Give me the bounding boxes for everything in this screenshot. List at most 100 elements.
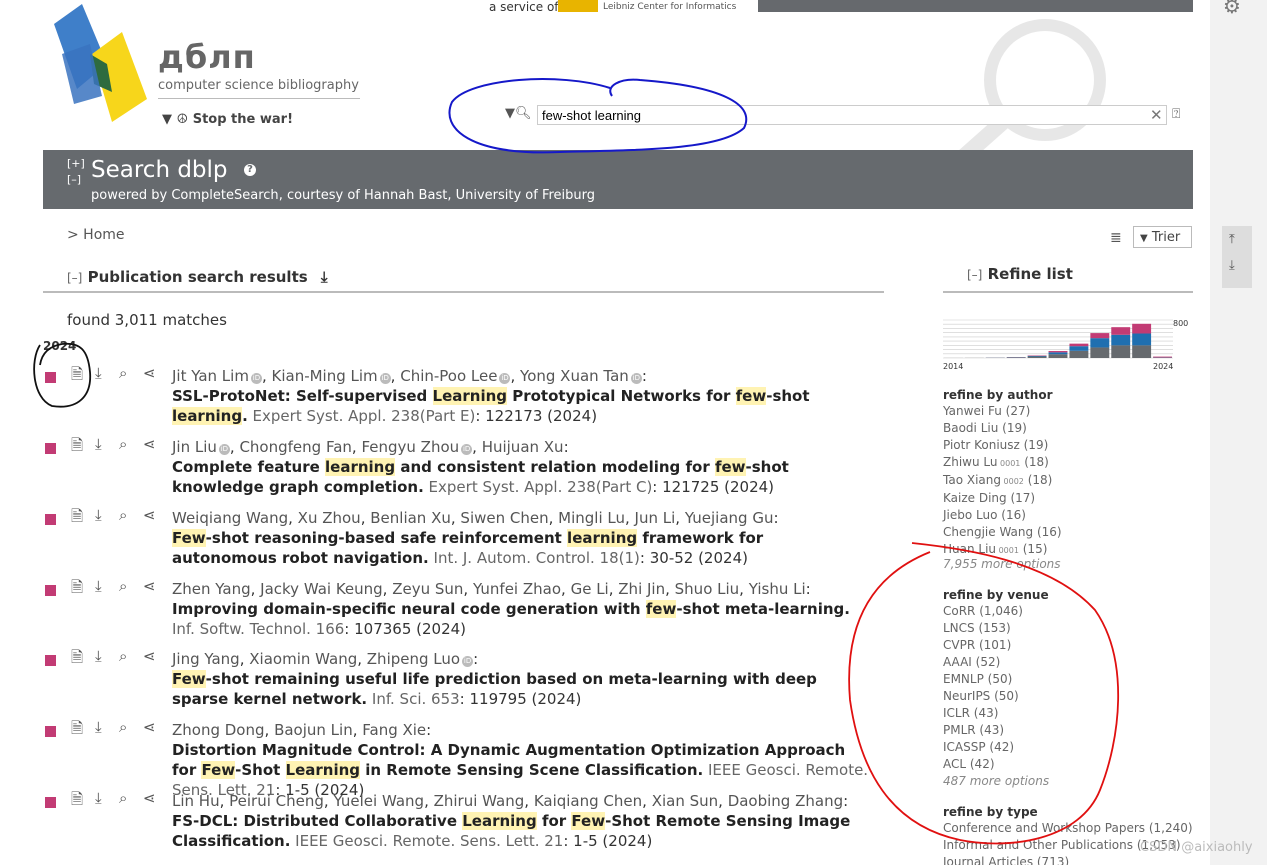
- author-link[interactable]: Xu Zhou: [298, 509, 361, 527]
- export-record-icon[interactable]: ⤓: [95, 647, 102, 665]
- share-icon[interactable]: ⋖: [143, 435, 156, 453]
- bar-2021-journal[interactable]: [1090, 333, 1110, 339]
- author-link[interactable]: Yuelei Wang: [333, 792, 424, 810]
- bar-2023-journal[interactable]: [1132, 323, 1152, 334]
- electronic-edition-icon[interactable]: 🗎: [71, 435, 83, 460]
- scroll-to-bottom-icon[interactable]: ⤓: [1229, 258, 1235, 273]
- results-collapse-toggle[interactable]: [–]: [67, 271, 82, 285]
- clear-search-icon[interactable]: ✕: [1150, 106, 1163, 124]
- share-icon[interactable]: ⋖: [143, 789, 156, 807]
- author-link[interactable]: Benlian Xu: [370, 509, 451, 527]
- refine-venue-more[interactable]: 487 more options: [943, 773, 1049, 790]
- refine-author-item[interactable]: Jiebo Luo (16): [943, 507, 1062, 524]
- refine-venue-item[interactable]: NeurIPS (50): [943, 688, 1023, 705]
- search-similar-icon[interactable]: ⌕: [119, 647, 127, 665]
- author-link[interactable]: Weiqiang Wang: [172, 509, 288, 527]
- author-link[interactable]: Yong Xuan Tan: [520, 367, 629, 385]
- search-similar-icon[interactable]: ⌕: [119, 718, 127, 736]
- export-record-icon[interactable]: ⤓: [95, 789, 102, 807]
- electronic-edition-icon[interactable]: 🗎: [71, 647, 83, 672]
- bar-2018-conf[interactable]: [1027, 355, 1047, 357]
- author-link[interactable]: Zhi Jin: [618, 580, 665, 598]
- uni-freiburg-link[interactable]: University of Freiburg: [456, 188, 595, 203]
- author-link[interactable]: Zhong Dong: [172, 721, 265, 739]
- gear-icon[interactable]: ⚙: [1223, 0, 1241, 18]
- bar-2020-journal[interactable]: [1069, 343, 1089, 347]
- refine-author-item[interactable]: Baodi Liu (19): [943, 420, 1062, 437]
- bar-2024-journal[interactable]: [1153, 356, 1172, 358]
- search-similar-icon[interactable]: ⌕: [119, 577, 127, 595]
- refine-author-item[interactable]: Chengjie Wang (16): [943, 524, 1062, 541]
- author-link[interactable]: Huijuan Xu: [482, 438, 564, 456]
- export-record-icon[interactable]: ⤓: [95, 577, 102, 595]
- refine-type-item[interactable]: Conference and Workshop Papers (1,240): [943, 820, 1193, 837]
- author-link[interactable]: Chongfeng Fan: [239, 438, 351, 456]
- breadcrumb[interactable]: > Home: [67, 227, 125, 243]
- bar-2022-other[interactable]: [1111, 345, 1131, 358]
- venue-link[interactable]: Inf. Sci. 653: [367, 690, 460, 708]
- export-record-icon[interactable]: ⤓: [95, 506, 102, 524]
- database-icon[interactable]: ≣: [1110, 230, 1122, 246]
- bar-2022-journal[interactable]: [1111, 327, 1131, 335]
- venue-link[interactable]: Inf. Softw. Technol. 166: [172, 620, 344, 638]
- leibniz-logo[interactable]: [558, 0, 598, 12]
- orcid-icon[interactable]: iD: [379, 373, 391, 384]
- venue-link[interactable]: IEEE Geosci. Remote. Sens. Lett. 21: [290, 832, 563, 850]
- search-similar-icon[interactable]: ⌕: [119, 789, 127, 807]
- author-link[interactable]: Jit Yan Lim: [172, 367, 249, 385]
- author-link[interactable]: Chin-Poo Lee: [400, 367, 497, 385]
- electronic-edition-icon[interactable]: 🗎: [71, 789, 83, 814]
- author-link[interactable]: Jin Liu: [172, 438, 217, 456]
- author-link[interactable]: Zhen Yang: [172, 580, 251, 598]
- export-record-icon[interactable]: ⤓: [95, 364, 102, 382]
- export-record-icon[interactable]: ⤓: [95, 718, 102, 736]
- header-toggle[interactable]: [+] [–]: [67, 156, 85, 188]
- refine-author-item[interactable]: Kaize Ding (17): [943, 490, 1062, 507]
- refine-venue-item[interactable]: ICLR (43): [943, 705, 1023, 722]
- author-link[interactable]: Jun Li: [635, 509, 676, 527]
- electronic-edition-icon[interactable]: 🗎: [71, 506, 83, 531]
- author-link[interactable]: Shuo Liu: [675, 580, 740, 598]
- refine-author-item[interactable]: Zhiwu Lu 0001 (18): [943, 454, 1062, 472]
- refine-venue-item[interactable]: AAAI (52): [943, 654, 1023, 671]
- share-icon[interactable]: ⋖: [143, 718, 156, 736]
- orcid-icon[interactable]: iD: [461, 444, 473, 455]
- author-link[interactable]: Jing Yang: [172, 650, 240, 668]
- author-link[interactable]: Kaiqiang Chen: [534, 792, 642, 810]
- refine-collapse-toggle[interactable]: [–]: [967, 268, 982, 282]
- bar-2021-other[interactable]: [1090, 347, 1110, 358]
- share-icon[interactable]: ⋖: [143, 647, 156, 665]
- share-icon[interactable]: ⋖: [143, 506, 156, 524]
- venue-link[interactable]: Int. J. Autom. Control. 18(1): [429, 549, 640, 567]
- author-link[interactable]: Siwen Chen: [460, 509, 548, 527]
- author-link[interactable]: Daobing Zhang: [728, 792, 843, 810]
- author-link[interactable]: Yunfei Zhao: [473, 580, 561, 598]
- author-link[interactable]: Jacky Wai Keung: [260, 580, 383, 598]
- orcid-icon[interactable]: iD: [462, 656, 474, 667]
- refine-author-item[interactable]: Tao Xiang 0002 (18): [943, 472, 1062, 490]
- search-similar-icon[interactable]: ⌕: [119, 435, 127, 453]
- author-link[interactable]: Kian-Ming Lim: [272, 367, 378, 385]
- bar-2021-conf[interactable]: [1090, 338, 1110, 348]
- venue-link[interactable]: Expert Syst. Appl. 238(Part E): [248, 407, 476, 425]
- orcid-icon[interactable]: iD: [630, 373, 642, 384]
- refine-venue-item[interactable]: CoRR (1,046): [943, 603, 1023, 620]
- search-similar-icon[interactable]: ⌕: [119, 506, 127, 524]
- bar-2020-other[interactable]: [1069, 350, 1089, 358]
- orcid-icon[interactable]: iD: [218, 444, 230, 455]
- refine-author-item[interactable]: Yanwei Fu (27): [943, 403, 1062, 420]
- collapse-toggle[interactable]: [–]: [67, 172, 85, 188]
- author-link[interactable]: Fengyu Zhou: [361, 438, 459, 456]
- refine-type-item[interactable]: Journal Articles (713): [943, 854, 1193, 865]
- author-link[interactable]: Baojun Lin: [274, 721, 353, 739]
- hannah-bast-link[interactable]: Hannah Bast: [364, 188, 447, 203]
- bar-2019-other[interactable]: [1048, 354, 1068, 358]
- author-link[interactable]: Yishu Li: [749, 580, 806, 598]
- search-help-icon[interactable]: ⍰: [1172, 106, 1180, 122]
- bar-2019-conf[interactable]: [1048, 352, 1068, 355]
- stop-war-link[interactable]: ▼ ☮ Stop the war!: [162, 112, 293, 127]
- author-link[interactable]: Lin Hu: [172, 792, 220, 810]
- refine-author-more[interactable]: 7,955 more options: [943, 556, 1061, 573]
- share-icon[interactable]: ⋖: [143, 577, 156, 595]
- bar-2019-journal[interactable]: [1048, 351, 1068, 353]
